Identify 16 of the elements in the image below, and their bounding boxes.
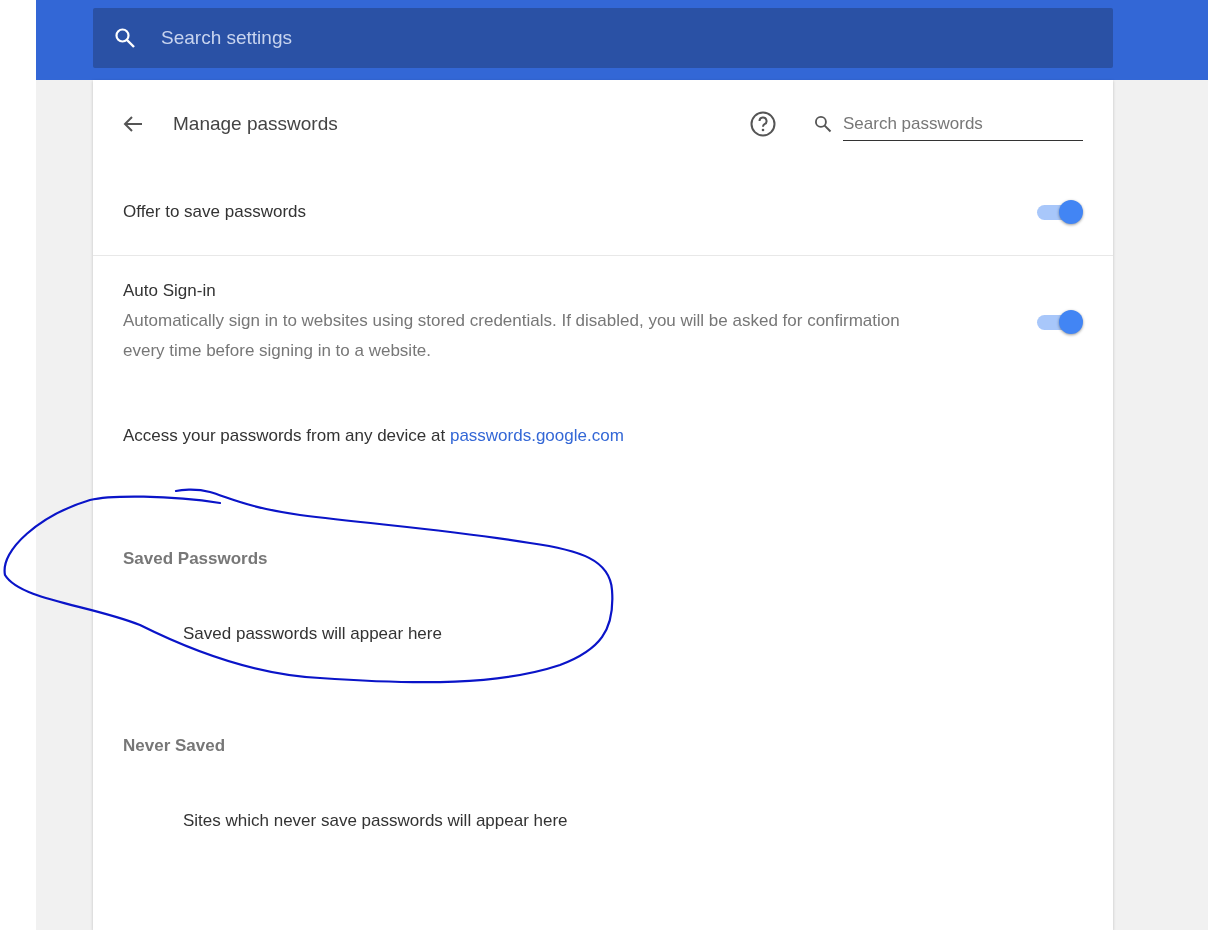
help-icon[interactable] <box>749 110 777 138</box>
toggle-switch[interactable] <box>1037 308 1083 335</box>
page-title: Manage passwords <box>173 111 339 136</box>
toggle-switch[interactable] <box>1037 198 1083 225</box>
passwords-link[interactable]: passwords.google.com <box>449 425 624 445</box>
search-icon <box>813 114 833 134</box>
setting-label: Auto Sign-in <box>123 280 217 302</box>
search-icon <box>113 26 137 50</box>
empty-message: Saved passwords will appear here <box>183 623 442 643</box>
access-text: Access your passwords from any device at passwords.google.com <box>123 425 624 445</box>
setting-label: Offer to save passwords <box>123 200 307 223</box>
setting-description: Automatically sign in to websites using stored credentials. If disabled, you will be asked for confirmation every time before signing in to a website. <box>123 309 901 362</box>
search-field[interactable]: Search settings <box>93 8 1113 68</box>
section-heading: Saved Passwords <box>123 549 268 568</box>
empty-message: Sites which never save passwords will appear here <box>183 810 568 830</box>
section-heading: Never Saved <box>123 736 226 755</box>
